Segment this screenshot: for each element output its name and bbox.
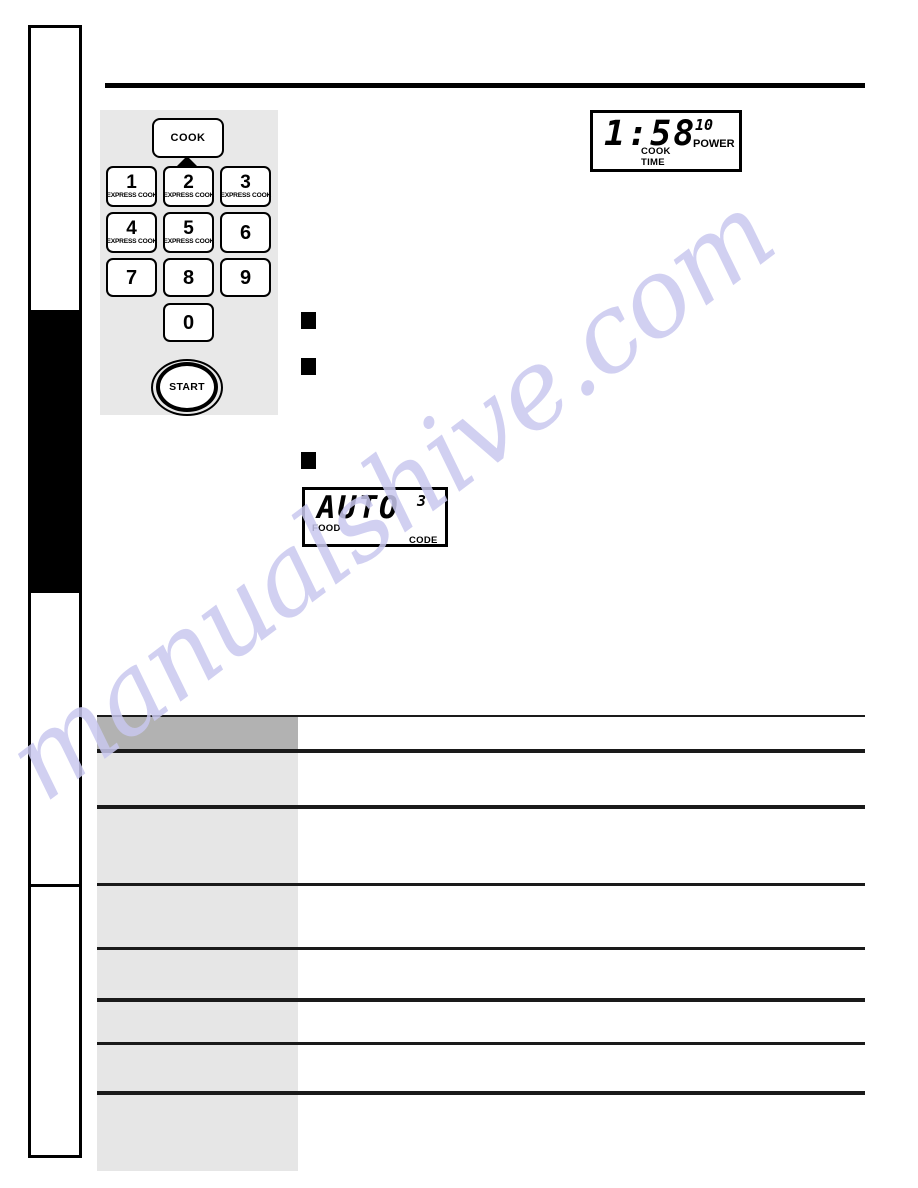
table-cell-right [298,1002,865,1042]
keypad-key-4-number: 4 [126,218,137,240]
power-level-value: 10 [695,116,714,134]
auto-food-display: AUTO 3 FOOD CODE [302,487,448,547]
keypad-key-0-number: 0 [182,311,195,334]
keypad-key-3-number: 3 [240,172,251,194]
keypad-key-4-sublabel: EXPRESS COOK [106,238,157,246]
table-cell-left-text [97,886,298,894]
keypad-key-5-sublabel: EXPRESS COOK [163,238,214,246]
keypad-key-1-sublabel: EXPRESS COOK [106,192,157,200]
table-cell-right-text [298,1002,865,1010]
table-row [97,753,865,805]
table-cell-left [97,1095,298,1171]
table-row [97,809,865,883]
table-cell-right [298,753,865,805]
keypad-key-8[interactable]: 8 [163,258,214,297]
table-cell-left [97,886,298,947]
keypad-key-2-sublabel: EXPRESS COOK [163,192,214,200]
microwave-keypad-panel: COOK 1 EXPRESS COOK 2 EXPRESS COOK 3 EXP… [100,110,278,416]
table-cell-right [298,1045,865,1091]
table-cell-left-text [97,809,298,817]
keypad-key-9-number: 9 [239,266,252,289]
keypad-key-6-number: 6 [239,221,252,244]
table-row [97,1095,865,1171]
keypad-key-7[interactable]: 7 [106,258,157,297]
table-cell-left [97,1002,298,1042]
rail-segment-bottom[interactable] [31,887,79,1155]
cook-button-label: COOK [170,132,206,144]
table-cell-right [298,717,865,749]
keypad-key-3[interactable]: 3 EXPRESS COOK [220,166,271,207]
table-cell-right [298,809,865,883]
rail-segment-middle[interactable] [31,593,79,884]
keypad-key-8-number: 8 [182,266,195,289]
table-cell-left-text [97,717,298,725]
vertical-tab-rail[interactable] [28,25,82,1158]
step-bullet-2 [301,358,316,375]
table-cell-right [298,1095,865,1171]
document-page: COOK 1 EXPRESS COOK 2 EXPRESS COOK 3 EXP… [0,0,918,1188]
keypad-key-3-sublabel: EXPRESS COOK [220,192,271,200]
table-cell-right-text [298,950,865,958]
keypad-key-4[interactable]: 4 EXPRESS COOK [106,212,157,253]
cook-button[interactable]: COOK [152,118,224,158]
power-label: POWER [693,138,735,150]
keypad-key-9[interactable]: 9 [220,258,271,297]
table-cell-right-text [298,1095,865,1103]
table-cell-right-text [298,809,865,817]
keypad-key-7-number: 7 [125,266,138,289]
table-row [97,950,865,998]
table-cell-right-text [298,717,865,725]
time-label: TIME [641,157,665,168]
table-cell-left [97,809,298,883]
keypad-key-6[interactable]: 6 [220,212,271,253]
table-cell-left-text [97,1095,298,1103]
keypad-key-5[interactable]: 5 EXPRESS COOK [163,212,214,253]
food-code-value: 3 [417,492,427,510]
table-cell-right-text [298,886,865,894]
keypad-key-5-number: 5 [183,218,194,240]
table-cell-left-text [97,950,298,958]
food-code-table [97,715,865,1171]
table-row [97,717,865,749]
table-row [97,1045,865,1091]
table-cell-right-text [298,1045,865,1053]
start-button-label: START [169,381,205,393]
table-cell-right [298,950,865,998]
table-cell-left-text [97,753,298,761]
keypad-key-2[interactable]: 2 EXPRESS COOK [163,166,214,207]
table-cell-left-text [97,1002,298,1010]
keypad-key-1[interactable]: 1 EXPRESS COOK [106,166,157,207]
code-label: CODE [409,535,438,546]
step-bullet-3 [301,452,316,469]
food-label: FOOD [312,523,341,534]
rail-segment-active-black[interactable] [31,310,79,593]
table-cell-right-text [298,753,865,761]
keypad-key-0[interactable]: 0 [163,303,214,342]
start-button[interactable]: START [156,362,218,412]
table-cell-left [97,950,298,998]
table-row [97,1002,865,1042]
table-cell-left-text [97,1045,298,1053]
step-bullet-1 [301,312,316,329]
page-top-rule [105,83,865,88]
cook-label: COOK [641,146,671,157]
cook-time-display: 1:58 10 POWER COOK TIME [590,110,742,172]
rail-segment-top[interactable] [31,28,79,310]
table-header-cell [97,717,298,749]
keypad-key-1-number: 1 [126,172,137,194]
table-row [97,886,865,947]
keypad-key-2-number: 2 [183,172,194,194]
table-cell-left [97,1045,298,1091]
table-cell-left [97,753,298,805]
table-cell-right [298,886,865,947]
auto-food-value: AUTO [317,490,400,526]
